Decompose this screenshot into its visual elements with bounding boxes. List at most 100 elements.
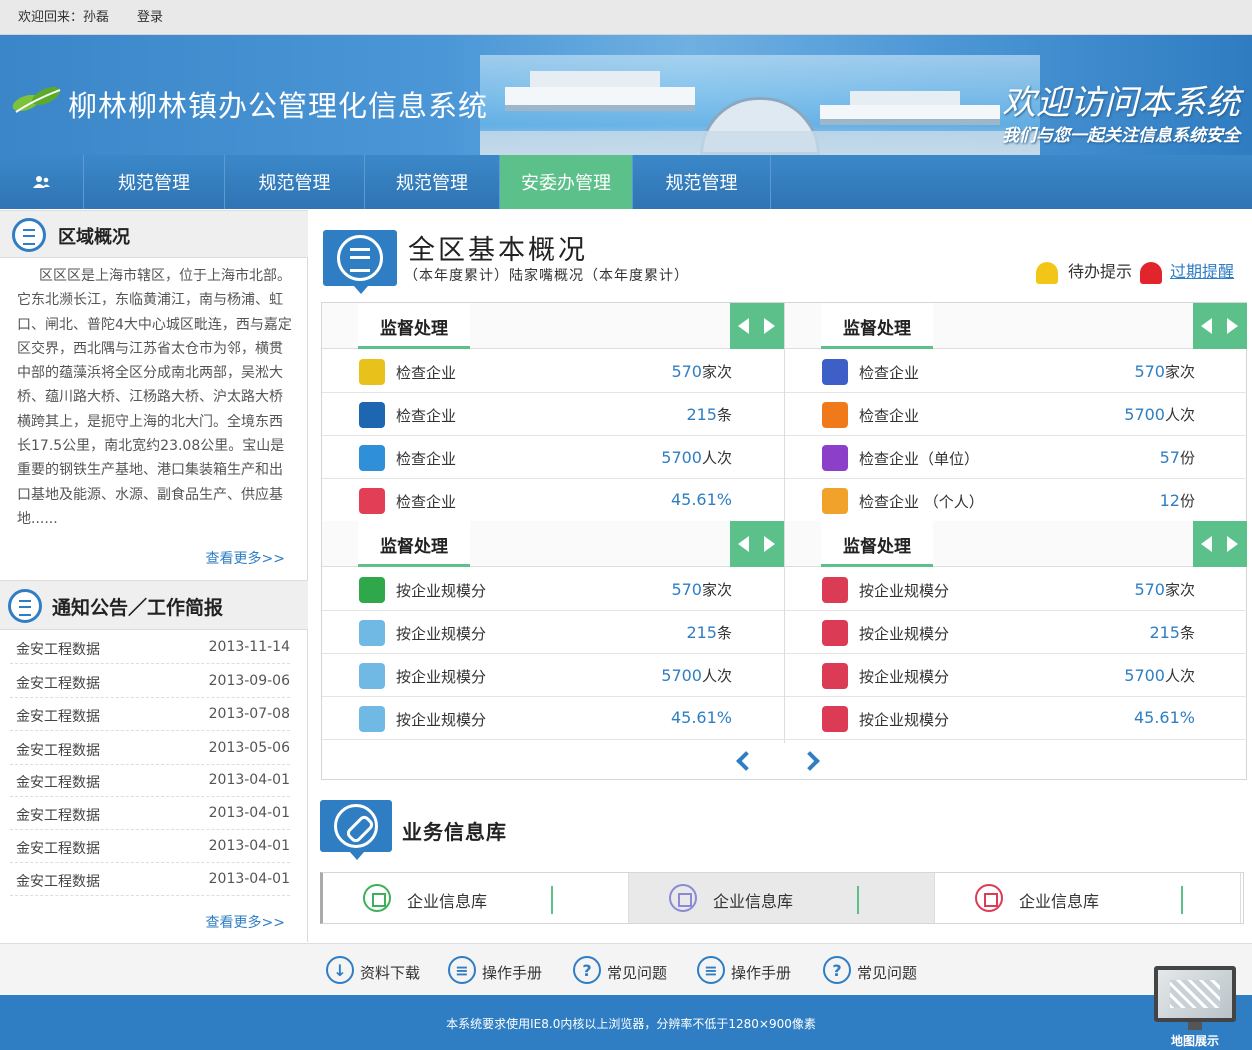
link-icon [320, 800, 392, 860]
notice-item-title[interactable]: 金安工程数据 [16, 706, 100, 726]
help-link-label: 资料下载 [360, 964, 421, 982]
calendar-icon [822, 620, 848, 646]
stat-row[interactable]: 按企业规模分 215条 [785, 611, 1247, 654]
notice-item[interactable]: 金安工程数据 2013-04-01 [10, 764, 290, 797]
notice-item-title[interactable]: 金安工程数据 [16, 805, 100, 825]
area-more-link[interactable]: 查看更多>> [206, 548, 285, 568]
business-db-tab[interactable]: 企业信息库 [629, 873, 935, 923]
notice-item-date: 2013-04-01 [208, 838, 290, 854]
arrow-left-icon[interactable] [738, 318, 749, 334]
stat-value: 5700人次 [1124, 665, 1195, 686]
arrow-left-icon[interactable] [738, 536, 749, 552]
globe-icon [359, 706, 385, 732]
stat-number: 570 [671, 580, 702, 599]
stat-value: 215条 [686, 404, 732, 425]
stat-row[interactable]: 检查企业 45.61% [322, 479, 784, 522]
arrow-left-icon[interactable] [1201, 318, 1212, 334]
stat-number: 5700 [1124, 405, 1165, 424]
user-icon [822, 359, 848, 385]
notice-item-title[interactable]: 金安工程数据 [16, 838, 100, 858]
notice-more-link[interactable]: 查看更多>> [206, 912, 285, 932]
footer-text: 本系统要求使用IE8.0内核以上浏览器，分辨率不低于1280×900像素 [446, 1017, 816, 1031]
login-link[interactable]: 登录 [137, 0, 163, 35]
stat-row[interactable]: 检查企业 215条 [322, 393, 784, 436]
stat-row[interactable]: 按企业规模分 45.61% [322, 697, 784, 740]
tab-accent [1181, 886, 1183, 914]
area-overview-title: 区域概况 [58, 227, 130, 248]
nav-item-3[interactable]: 规范管理 [365, 155, 500, 209]
notice-item-date: 2013-07-08 [208, 706, 290, 722]
stat-number: 45.61% [670, 708, 732, 727]
next-arrow-icon[interactable] [800, 751, 820, 771]
stat-value: 570家次 [671, 579, 732, 600]
block-tab-label[interactable]: 监督处理 [821, 521, 933, 567]
notice-header: 通知公告／工作简报 [0, 580, 308, 630]
stat-row[interactable]: 检查企业 5700人次 [322, 436, 784, 479]
notice-item-title[interactable]: 金安工程数据 [16, 772, 100, 792]
block-switch-arrows[interactable] [730, 521, 784, 567]
stat-row[interactable]: 按企业规模分 570家次 [785, 568, 1247, 611]
stat-row[interactable]: 按企业规模分 215条 [322, 611, 784, 654]
block-tab-label[interactable]: 监督处理 [358, 303, 470, 349]
help-links-bar: ↓ 资料下载 ≡ 操作手册? 常见问题 ≡ 操作手册? 常见问题 [0, 943, 1252, 995]
area-overview-header: 区域概况 [0, 210, 308, 258]
notice-item[interactable]: 金安工程数据 2013-07-08 [10, 698, 290, 731]
stat-row[interactable]: 检查企业 （个人） 12份 [785, 479, 1247, 522]
notice-item[interactable]: 金安工程数据 2013-04-01 [10, 863, 290, 896]
block-tab-label[interactable]: 监督处理 [821, 303, 933, 349]
stat-row[interactable]: 检查企业（单位） 57份 [785, 436, 1247, 479]
stat-row[interactable]: 按企业规模分 570家次 [322, 568, 784, 611]
stat-unit: 份 [1179, 492, 1195, 510]
map-display-label: 地图展示 [1170, 1034, 1219, 1048]
stat-row[interactable]: 按企业规模分 45.61% [785, 697, 1247, 740]
arrow-right-icon[interactable] [1227, 318, 1238, 334]
nav-item-5[interactable]: 规范管理 [633, 155, 771, 209]
notice-item[interactable]: 金安工程数据 2013-05-06 [10, 732, 290, 765]
notice-item[interactable]: 金安工程数据 2013-11-14 [10, 631, 290, 664]
help-link-label: 常见问题 [607, 964, 668, 982]
stat-row[interactable]: 按企业规模分 5700人次 [322, 654, 784, 697]
block-switch-arrows[interactable] [1193, 521, 1247, 567]
tab-accent [857, 886, 859, 914]
nav-item-2[interactable]: 规范管理 [225, 155, 365, 209]
arrow-right-icon[interactable] [764, 536, 775, 552]
stat-name: 按企业规模分 [396, 582, 487, 600]
business-db-tab[interactable]: 企业信息库 [323, 873, 629, 923]
stat-name: 按企业规模分 [396, 668, 487, 686]
block-switch-arrows[interactable] [730, 303, 784, 349]
arrow-right-icon[interactable] [764, 318, 775, 334]
nav-item-1[interactable]: 规范管理 [84, 155, 225, 209]
calendar-icon [822, 577, 848, 603]
business-db-title: 业务信息库 [402, 820, 507, 844]
stat-row[interactable]: 按企业规模分 5700人次 [785, 654, 1247, 697]
nav-item-safety-office[interactable]: 安委办管理 [500, 155, 633, 209]
alerts-area: 待办提示 过期提醒 [1036, 258, 1234, 284]
notice-item-title[interactable]: 金安工程数据 [16, 740, 100, 760]
notice-item-title[interactable]: 金安工程数据 [16, 673, 100, 693]
todo-label[interactable]: 待办提示 [1068, 262, 1132, 281]
notice-item-date: 2013-04-01 [208, 871, 290, 887]
supervision-block: 监督处理 检查企业 570家次 检查企业 5700人次 检查企业（单位） 57份 检查企业 （… [785, 303, 1247, 522]
block-switch-arrows[interactable] [1193, 303, 1247, 349]
notice-item[interactable]: 金安工程数据 2013-04-01 [10, 830, 290, 863]
stat-value: 570家次 [1134, 579, 1195, 600]
stat-row[interactable]: 检查企业 5700人次 [785, 393, 1247, 436]
stat-unit: 人次 [1164, 406, 1195, 424]
notice-item-title[interactable]: 金安工程数据 [16, 871, 100, 891]
stat-row[interactable]: 检查企业 570家次 [322, 350, 784, 393]
block-tab-label[interactable]: 监督处理 [358, 521, 470, 567]
map-display-button[interactable]: 地图展示 [1152, 966, 1238, 1050]
stat-value: 45.61% [671, 708, 732, 727]
expire-reminder-link[interactable]: 过期提醒 [1170, 262, 1234, 281]
notice-item[interactable]: 金安工程数据 2013-04-01 [10, 797, 290, 830]
stat-name: 按企业规模分 [859, 582, 950, 600]
nav-home-button[interactable] [0, 155, 84, 209]
notice-item[interactable]: 金安工程数据 2013-09-06 [10, 665, 290, 698]
arrow-right-icon[interactable] [1227, 536, 1238, 552]
notice-item-title[interactable]: 金安工程数据 [16, 639, 100, 659]
stat-row[interactable]: 检查企业 570家次 [785, 350, 1247, 393]
message-icon [822, 445, 848, 471]
business-db-tab[interactable]: 企业信息库 [935, 873, 1241, 923]
arrow-left-icon[interactable] [1201, 536, 1212, 552]
prev-arrow-icon[interactable] [736, 751, 756, 771]
